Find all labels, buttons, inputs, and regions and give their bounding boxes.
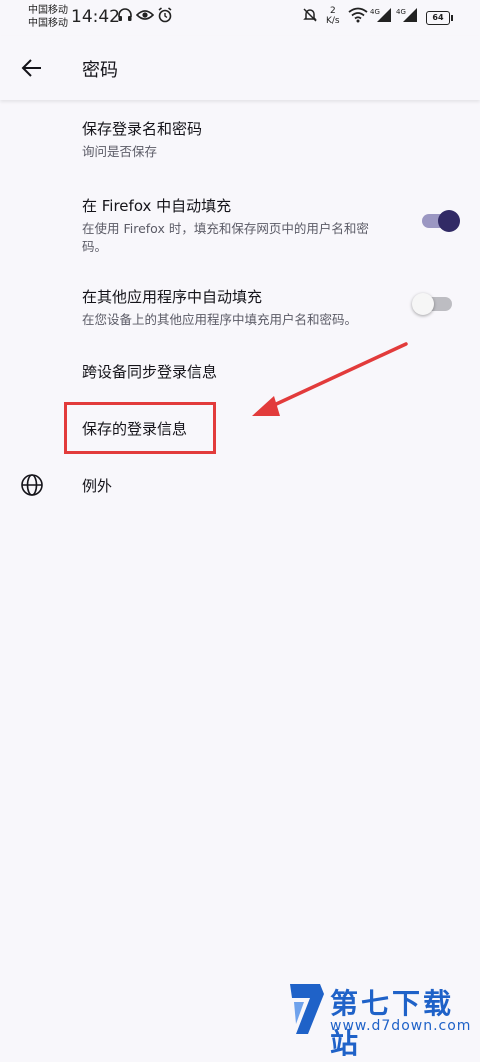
pref-summary: 在您设备上的其他应用程序中填充用户名和密码。 bbox=[82, 312, 358, 327]
pref-autofill-other-apps[interactable]: 在其他应用程序中自动填充 在您设备上的其他应用程序中填充用户名和密码。 bbox=[82, 286, 392, 329]
mute-bell-icon bbox=[303, 8, 317, 22]
eye-icon bbox=[136, 10, 154, 20]
headphones-icon bbox=[118, 8, 132, 21]
carrier-1: 中国移动 bbox=[28, 5, 68, 16]
toggle-thumb bbox=[438, 210, 460, 232]
watermark-logo-icon bbox=[290, 984, 324, 1034]
app-bar: 密码 bbox=[0, 36, 480, 100]
pref-save-logins[interactable]: 保存登录名和密码 询问是否保存 bbox=[82, 118, 392, 161]
arrow-head bbox=[252, 396, 280, 416]
pref-title: 例外 bbox=[82, 477, 113, 495]
watermark-url: www.d7down.com bbox=[330, 1018, 472, 1034]
wifi-icon bbox=[348, 7, 368, 23]
net-speed-value: 2 bbox=[329, 6, 336, 16]
alarm-icon bbox=[158, 7, 172, 23]
pref-exceptions[interactable]: 例外 bbox=[82, 475, 112, 496]
clock: 14:42 bbox=[71, 7, 120, 27]
carrier-labels: 中国移动 中国移动 bbox=[28, 4, 68, 30]
globe-icon bbox=[21, 474, 43, 496]
autofill-other-apps-toggle[interactable] bbox=[412, 292, 452, 316]
pref-title: 跨设备同步登录信息 bbox=[82, 363, 218, 381]
pref-sync-logins[interactable]: 跨设备同步登录信息 bbox=[82, 361, 217, 382]
net-speed-unit: K/s bbox=[326, 16, 340, 26]
battery-indicator: 64 bbox=[426, 11, 453, 25]
pref-autofill-firefox[interactable]: 在 Firefox 中自动填充 在使用 Firefox 时，填充和保存网页中的用… bbox=[82, 195, 392, 256]
net-speed: 2 K/s bbox=[326, 6, 340, 26]
pref-summary: 询问是否保存 bbox=[82, 144, 158, 159]
pref-summary: 在使用 Firefox 时，填充和保存网页中的用户名和密码。 bbox=[82, 221, 369, 254]
signal-icon bbox=[403, 8, 417, 22]
pref-title: 保存登录名和密码 bbox=[82, 120, 203, 138]
pref-title: 在其他应用程序中自动填充 bbox=[82, 288, 263, 306]
arrow-back-icon bbox=[21, 59, 41, 77]
signal-icon bbox=[377, 8, 391, 22]
highlight-box bbox=[64, 402, 216, 454]
toggle-thumb bbox=[412, 293, 434, 315]
autofill-firefox-toggle[interactable] bbox=[420, 209, 460, 233]
carrier-2: 中国移动 bbox=[28, 18, 68, 29]
pref-title: 在 Firefox 中自动填充 bbox=[82, 197, 232, 215]
back-button[interactable] bbox=[12, 48, 52, 88]
page-title: 密码 bbox=[82, 60, 118, 81]
status-bar: 中国移动 中国移动 14:42 2 K/s 4G 4G 64 bbox=[0, 0, 480, 36]
watermark: 第七下载站 www.d7down.com bbox=[286, 980, 476, 1060]
